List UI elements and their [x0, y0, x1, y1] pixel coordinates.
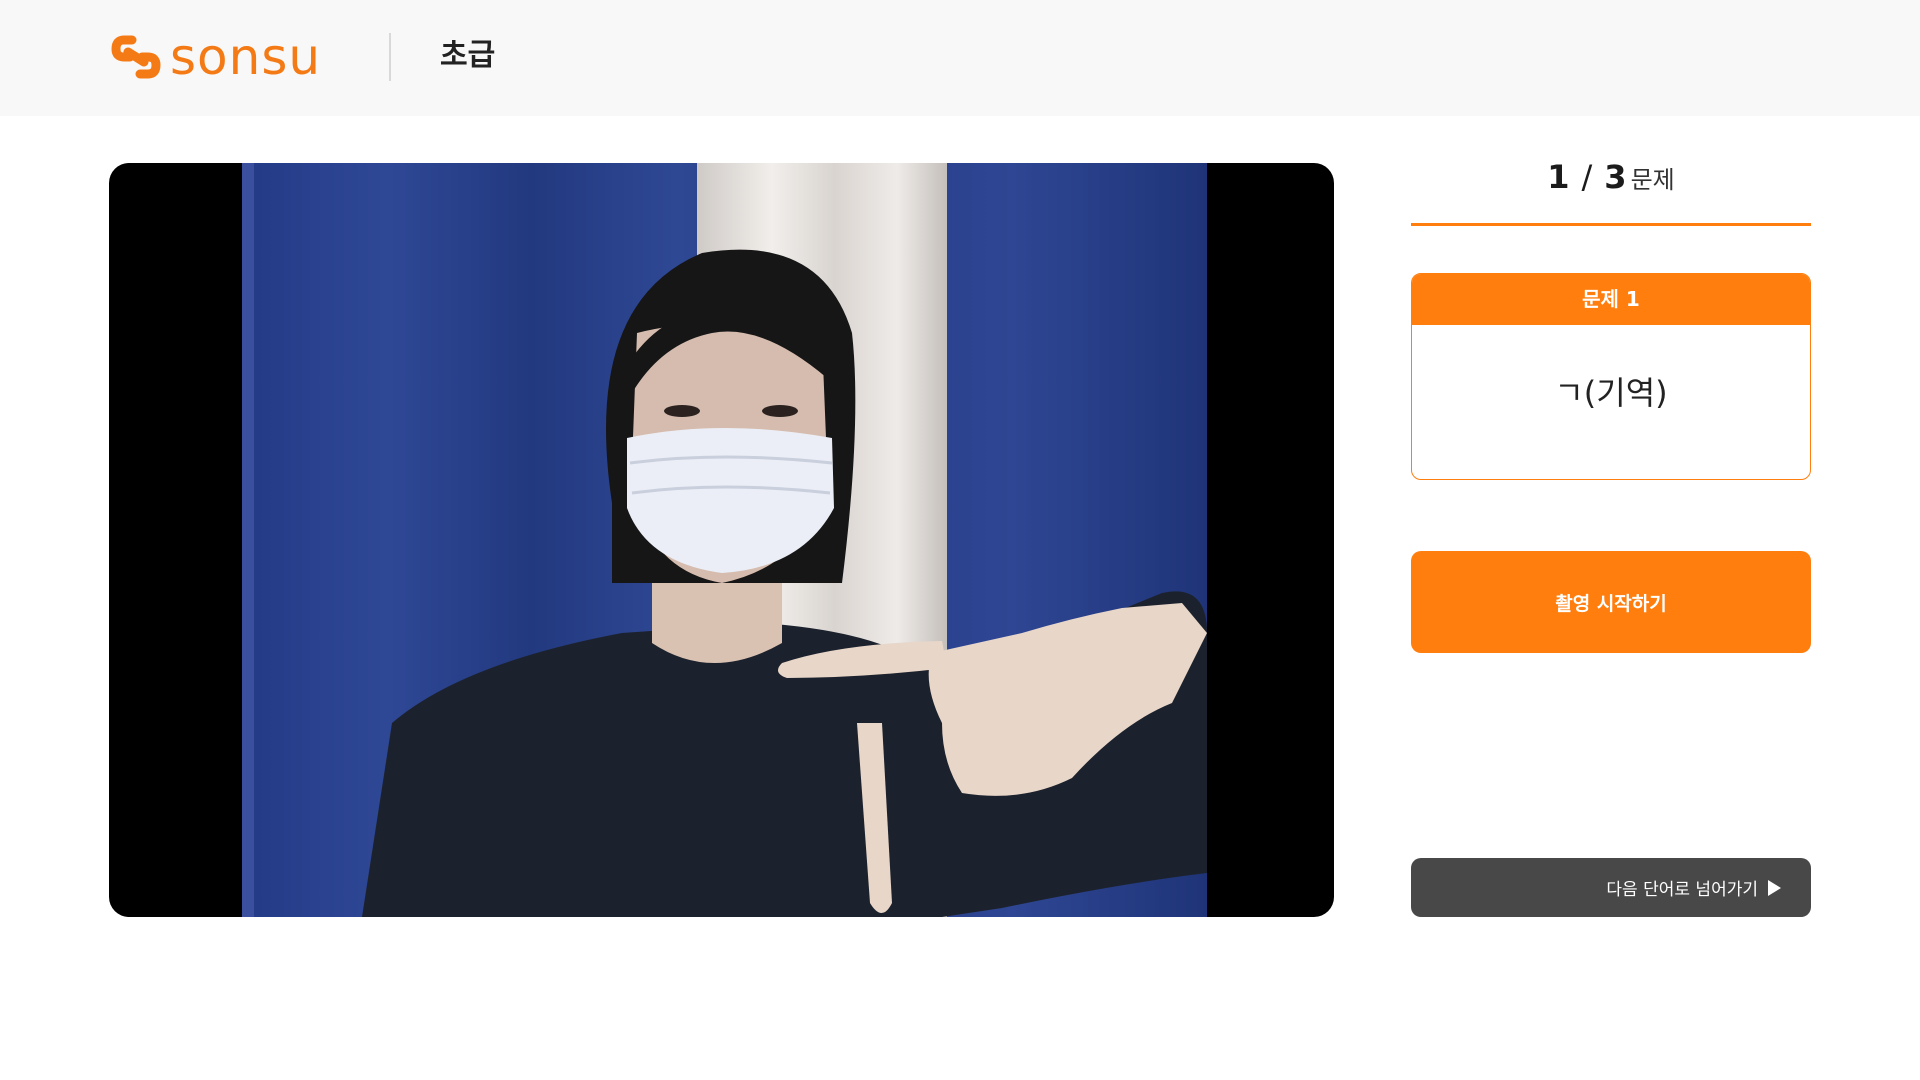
progress-current: 1 — [1547, 158, 1570, 196]
level-title: 초급 — [440, 38, 496, 73]
play-triangle-icon — [1768, 879, 1781, 896]
next-word-label: 다음 단어로 넘어가기 — [1606, 880, 1758, 900]
next-word-button[interactable]: 다음 단어로 넘어가기 — [1411, 858, 1811, 917]
logo-wordmark: sonsu — [170, 28, 322, 86]
header-divider — [389, 33, 391, 81]
sonsu-link-logo-icon — [111, 35, 161, 79]
question-title: 문제 1 — [1412, 274, 1810, 325]
question-progress: 1 / 3 문제 — [1411, 158, 1811, 226]
question-card: 문제 1 ㄱ(기역) — [1411, 273, 1811, 480]
question-word: ㄱ(기역) — [1554, 374, 1668, 412]
webcam-video-frame — [109, 163, 1334, 917]
top-header: sonsu 초급 — [0, 0, 1920, 116]
webcam-feed — [242, 163, 1207, 917]
progress-unit: 문제 — [1630, 166, 1675, 194]
webcam-image — [242, 163, 1207, 917]
sonsu-logo[interactable]: sonsu — [110, 32, 321, 82]
progress-separator: / — [1581, 158, 1593, 196]
progress-total: 3 — [1604, 158, 1627, 196]
start-recording-button[interactable]: 촬영 시작하기 — [1411, 551, 1811, 653]
